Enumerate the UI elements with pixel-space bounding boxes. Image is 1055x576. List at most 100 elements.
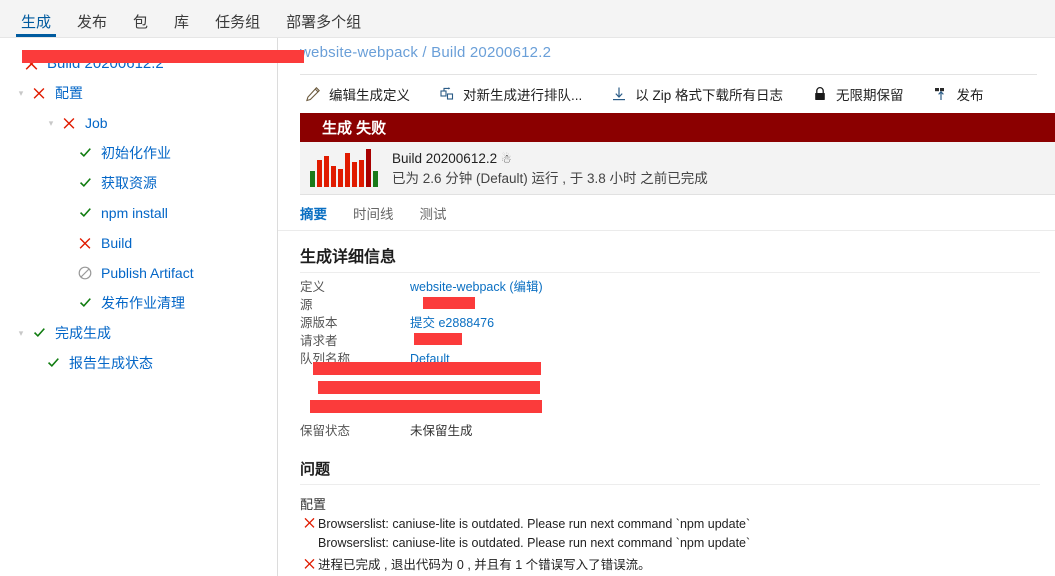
tree-item-label: Job (85, 115, 108, 131)
success-icon (44, 355, 62, 371)
detail-value-retention: 未保留生成 (410, 424, 473, 438)
nav-tab-label: 包 (133, 14, 149, 31)
breadcrumb-text: website-webpack / Build 20200612.2 (300, 44, 552, 61)
nav-tab-releases[interactable]: 发布 (64, 15, 120, 37)
tree-item-report-build-status[interactable]: 报告生成状态 (0, 348, 277, 378)
nav-tab-packages[interactable]: 包 (120, 15, 161, 37)
tree-item-finalize-build[interactable]: ▾ 完成生成 (0, 318, 277, 348)
issues-title: 问题 (300, 461, 331, 478)
detail-key: 源版本 (300, 316, 338, 330)
detail-value-commit-link[interactable]: 提交 e2888476 (410, 314, 494, 332)
tree-item-label: 发布作业清理 (101, 295, 185, 311)
pencil-icon (304, 85, 322, 103)
nav-tab-library[interactable]: 库 (161, 15, 202, 37)
toolbar-item-label: 无限期保留 (836, 88, 904, 103)
issue-text: 进程已完成 , 退出代码为 0 , 并且有 1 个错误写入了错误流。 (318, 558, 651, 572)
detail-row-definition: 定义 website-webpack (编辑) (300, 278, 1055, 296)
redaction-bar-requester (414, 333, 462, 345)
issue-item-process-exit: 进程已完成 , 退出代码为 0 , 并且有 1 个错误写入了错误流。 (300, 553, 1055, 575)
tree-item-label: 报告生成状态 (69, 355, 153, 371)
detail-value-definition-link[interactable]: website-webpack (编辑) (410, 278, 543, 296)
tab-label: 摘要 (300, 206, 327, 222)
toolbar-item-label: 以 Zip 格式下载所有日志 (635, 88, 784, 103)
nav-tab-builds[interactable]: 生成 (8, 15, 64, 37)
tree-item-job[interactable]: ▾ Job (0, 108, 277, 138)
toolbar-item-label: 对新生成进行排队... (463, 88, 583, 103)
tree-item-label: Publish Artifact (101, 265, 194, 281)
detail-key: 源 (300, 298, 313, 312)
nav-tab-label: 任务组 (215, 14, 261, 31)
tab-timeline[interactable]: 时间线 (353, 203, 394, 223)
error-icon (60, 115, 78, 131)
build-timeline-tree: ▾ Build 20200612.2 ▾ 配置 ▾ Job 初始化作业 (0, 38, 277, 576)
tree-item-label: 配置 (55, 85, 83, 101)
queue-build-icon (438, 85, 456, 103)
lock-icon (811, 85, 829, 103)
redaction-bar-breadcrumb (22, 50, 304, 63)
queue-new-build-button[interactable]: 对新生成进行排队... (438, 84, 582, 104)
redaction-bar-detail-1 (313, 362, 541, 375)
download-icon (610, 85, 628, 103)
tree-item-build-step[interactable]: Build (0, 228, 277, 258)
detail-row-source-version: 源版本 提交 e2888476 (300, 314, 1055, 332)
nav-tab-label: 库 (174, 14, 190, 31)
tree-item-get-sources[interactable]: 获取资源 (0, 168, 277, 198)
chevron-down-icon[interactable]: ▾ (14, 326, 28, 340)
detail-row-source: 源 (300, 296, 1055, 314)
chevron-placeholder-icon: ▾ (6, 56, 20, 70)
section-rule (300, 272, 1040, 273)
tab-tests[interactable]: 测试 (420, 203, 447, 223)
edit-build-definition-button[interactable]: 编辑生成定义 (304, 84, 410, 104)
redaction-bar-source (423, 297, 475, 309)
build-summary-text: Build 20200612.2 ☃ 已为 2.6 分钟 (Default) 运… (392, 149, 708, 188)
tree-item-post-job-cleanup[interactable]: 发布作业清理 (0, 288, 277, 318)
main-content: website-webpack / Build 20200612.2 编辑生成定… (278, 38, 1055, 576)
error-icon (300, 556, 318, 575)
success-icon (30, 325, 48, 341)
download-logs-zip-button[interactable]: 以 Zip 格式下载所有日志 (610, 84, 783, 104)
tab-label: 时间线 (353, 206, 394, 222)
detail-key: 定义 (300, 280, 326, 294)
error-icon (300, 515, 318, 534)
success-icon (76, 175, 94, 191)
nav-tab-label: 发布 (77, 14, 108, 31)
publish-button[interactable]: 发布 (932, 84, 984, 104)
nav-tab-label: 生成 (21, 14, 52, 31)
issue-subtext: Browserslist: caniuse-lite is outdated. … (318, 536, 751, 550)
detail-row-retention: 保留状态 未保留生成 (300, 422, 1055, 440)
build-details-title: 生成详细信息 (300, 249, 397, 266)
error-icon (76, 235, 94, 251)
tree-item-label: npm install (101, 205, 168, 221)
tree-item-configuration[interactable]: ▾ 配置 (0, 78, 277, 108)
detail-key: 保留状态 (300, 424, 351, 438)
chevron-down-icon[interactable]: ▾ (44, 116, 58, 130)
section-rule (300, 484, 1040, 485)
nav-tab-deployment-groups[interactable]: 部署多个组 (273, 15, 374, 37)
nav-tab-task-groups[interactable]: 任务组 (202, 15, 273, 37)
tree-item-label: 完成生成 (55, 325, 111, 341)
chevron-down-icon[interactable]: ▾ (14, 86, 28, 100)
build-history-sparkline-chart[interactable] (308, 149, 380, 187)
toolbar-item-label: 编辑生成定义 (329, 88, 410, 103)
top-nav-tabs: 生成 发布 包 库 任务组 部署多个组 (0, 0, 374, 37)
issues-section: 问题 配置 Browserslist: caniuse-lite is outd… (278, 440, 1055, 575)
tree-item-publish-artifact[interactable]: Publish Artifact (0, 258, 277, 288)
tree-item-label: 获取资源 (101, 175, 157, 191)
success-icon (76, 145, 94, 161)
issues-group-label: 配置 (300, 497, 327, 512)
toolbar-item-label: 发布 (956, 88, 984, 103)
build-title: Build 20200612.2 (392, 150, 498, 166)
tree-item-label: 初始化作业 (101, 145, 171, 161)
tree-item-npm-install[interactable]: npm install (0, 198, 277, 228)
tab-summary[interactable]: 摘要 (300, 203, 327, 223)
redaction-bar-detail-3 (310, 400, 542, 413)
retain-indefinitely-button[interactable]: 无限期保留 (811, 84, 904, 104)
build-duration-text: 已为 2.6 分钟 (Default) 运行 , 于 3.8 小时 之前已完成 (392, 170, 708, 186)
detail-key: 请求者 (300, 334, 338, 348)
build-title-row: Build 20200612.2 ☃ (392, 149, 708, 169)
success-icon (76, 295, 94, 311)
breadcrumb[interactable]: website-webpack / Build 20200612.2 (278, 38, 1055, 70)
build-toolbar: 编辑生成定义 对新生成进行排队... 以 Zip 格式下载所有日志 无限期保留 (278, 75, 1055, 113)
tree-item-initialize-job[interactable]: 初始化作业 (0, 138, 277, 168)
issue-item-browserslist: Browserslist: caniuse-lite is outdated. … (300, 515, 1055, 534)
